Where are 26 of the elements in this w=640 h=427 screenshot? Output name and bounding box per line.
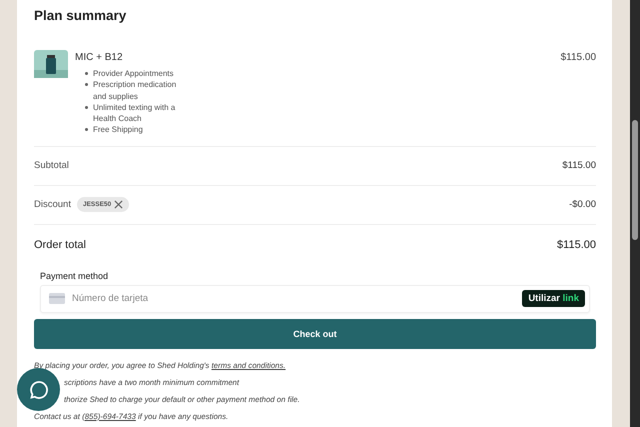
product-price: $115.00 [560, 52, 596, 63]
feature-text: Unlimited texting with a Health Coach [93, 102, 176, 124]
subtotal-value: $115.00 [562, 160, 596, 172]
feature-text: Provider Appointments [93, 68, 174, 80]
feature-text: Free Shipping [93, 124, 143, 136]
product-bottle-icon [34, 50, 68, 78]
close-icon[interactable] [114, 200, 124, 210]
bullet-icon [85, 128, 88, 132]
discount-value: -$0.00 [569, 199, 596, 210]
discount-label: Discount [34, 199, 71, 210]
bullet-icon [85, 72, 88, 75]
section-title: Plan summary [34, 8, 128, 25]
order-total-label: Order total [34, 238, 86, 251]
subtotal-label: Subtotal [34, 160, 69, 172]
checkout-button[interactable]: Check out [34, 318, 596, 349]
product-name: MIC + B12 [75, 52, 124, 63]
card-number-field[interactable]: Número de tarjeta Utilizar link [40, 284, 590, 313]
feature-text: Prescription medication and supplies [93, 79, 178, 102]
credit-card-icon [49, 293, 65, 304]
chat-bubble-icon [28, 380, 48, 400]
order-total-value: $115.00 [557, 238, 596, 251]
bullet-icon [85, 106, 88, 109]
bullet-icon [85, 83, 88, 86]
link-pay-button[interactable]: Utilizar link [522, 290, 585, 308]
scrollbar[interactable] [630, 0, 640, 427]
payment-method-label: Payment method [40, 270, 110, 281]
